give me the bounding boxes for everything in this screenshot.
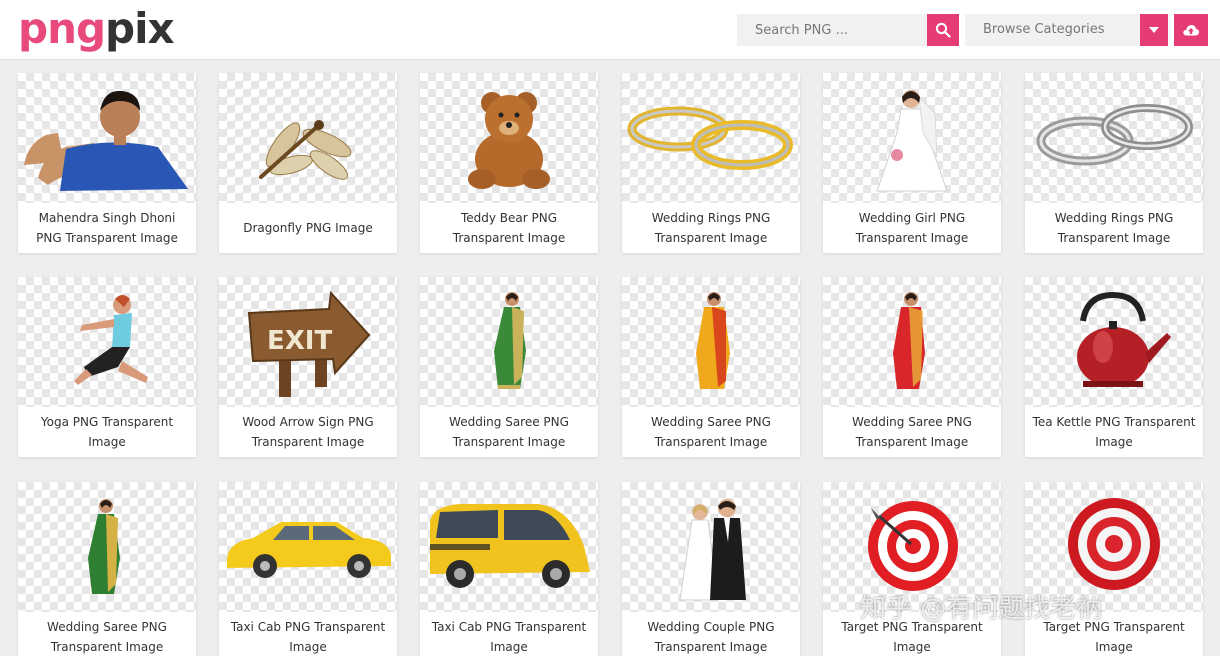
image-title[interactable]: Taxi Cab PNG Transparent Image — [426, 614, 592, 656]
image-thumbnail[interactable] — [420, 277, 598, 407]
image-thumbnail[interactable] — [622, 277, 800, 407]
image-thumbnail[interactable] — [219, 73, 397, 203]
logo-part-png: png — [18, 4, 106, 53]
image-title[interactable]: Wedding Rings PNG Transparent Image — [628, 205, 794, 251]
image-thumbnail[interactable]: EXIT — [219, 277, 397, 407]
image-card[interactable]: Tea Kettle PNG Transparent Image — [1025, 277, 1203, 457]
green-saree-image — [88, 499, 120, 594]
teddy-bear-image — [468, 92, 550, 189]
man-flexing-image — [24, 90, 188, 191]
image-title[interactable]: Taxi Cab PNG Transparent Image — [225, 614, 391, 656]
image-card[interactable]: Yoga PNG Transparent Image — [18, 277, 196, 457]
image-card[interactable]: Target PNG Transparent Image — [1025, 482, 1203, 656]
image-card[interactable]: Mahendra Singh Dhoni PNG Transparent Ima… — [18, 73, 196, 253]
image-card[interactable]: Teddy Bear PNG Transparent Image — [420, 73, 598, 253]
svg-text:EXIT: EXIT — [267, 326, 332, 356]
taxi-cab-image — [227, 522, 391, 578]
green-saree-image — [494, 292, 526, 389]
image-title[interactable]: Wedding Saree PNG Transparent Image — [829, 409, 995, 455]
red-kettle-image — [1077, 291, 1171, 387]
silver-rings-image — [1036, 104, 1193, 166]
image-thumbnail[interactable] — [622, 73, 800, 203]
search-icon — [935, 22, 951, 38]
bride-image — [876, 90, 948, 192]
image-card[interactable]: Taxi Cab PNG Transparent Image — [420, 482, 598, 656]
image-card[interactable]: Wedding Saree PNG Transparent Image — [18, 482, 196, 656]
image-title[interactable]: Teddy Bear PNG Transparent Image — [426, 205, 592, 251]
image-title[interactable]: Wedding Saree PNG Transparent Image — [628, 409, 794, 455]
image-card[interactable]: Wedding Saree PNG Transparent Image — [622, 277, 800, 457]
image-title[interactable]: Mahendra Singh Dhoni PNG Transparent Ima… — [24, 205, 190, 251]
image-card[interactable]: Wedding Couple PNG Transparent Image — [622, 482, 800, 656]
site-header: pngpix Browse Categories — [0, 0, 1220, 60]
image-thumbnail[interactable] — [622, 482, 800, 612]
image-thumbnail[interactable] — [823, 73, 1001, 203]
upload-button[interactable] — [1174, 14, 1208, 46]
image-thumbnail[interactable] — [1025, 277, 1203, 407]
image-card[interactable]: EXIT Wood Arrow Sign PNG Transparent Ima… — [219, 277, 397, 457]
image-card[interactable]: Target PNG Transparent Image — [823, 482, 1001, 656]
image-thumbnail[interactable] — [219, 482, 397, 612]
browse-categories-select[interactable]: Browse Categories — [965, 14, 1140, 46]
image-title[interactable]: Wood Arrow Sign PNG Transparent Image — [225, 409, 391, 455]
search-button[interactable] — [927, 14, 959, 46]
image-title[interactable]: Wedding Rings PNG Transparent Image — [1031, 205, 1197, 251]
image-card[interactable]: Taxi Cab PNG Transparent Image — [219, 482, 397, 656]
categories-dropdown-button[interactable] — [1140, 14, 1168, 46]
dragonfly-image — [259, 120, 352, 180]
image-thumbnail[interactable] — [18, 277, 196, 407]
image-title[interactable]: Dragonfly PNG Image — [225, 205, 391, 251]
search-input[interactable] — [737, 14, 927, 46]
red-saree-image — [893, 292, 925, 389]
image-title[interactable]: Wedding Saree PNG Transparent Image — [426, 409, 592, 455]
image-title[interactable]: Wedding Girl PNG Transparent Image — [829, 205, 995, 251]
image-thumbnail[interactable] — [420, 73, 598, 203]
image-thumbnail[interactable] — [823, 277, 1001, 407]
wedding-couple-image — [679, 499, 746, 601]
image-thumbnail[interactable] — [18, 73, 196, 203]
gold-rings-image — [627, 106, 793, 170]
yoga-woman-image — [74, 295, 148, 385]
site-logo[interactable]: png pix — [18, 4, 175, 54]
image-thumbnail[interactable] — [1025, 73, 1203, 203]
image-card[interactable]: Wedding Saree PNG Transparent Image — [823, 277, 1001, 457]
image-title[interactable]: Yoga PNG Transparent Image — [24, 409, 190, 455]
image-card[interactable]: Wedding Saree PNG Transparent Image — [420, 277, 598, 457]
image-card[interactable]: Dragonfly PNG Image — [219, 73, 397, 253]
image-card[interactable]: Wedding Rings PNG Transparent Image — [1025, 73, 1203, 253]
image-thumbnail[interactable] — [420, 482, 598, 612]
image-title[interactable]: Wedding Couple PNG Transparent Image — [628, 614, 794, 656]
image-title[interactable]: Wedding Saree PNG Transparent Image — [24, 614, 190, 656]
image-title[interactable]: Tea Kettle PNG Transparent Image — [1031, 409, 1197, 455]
image-card[interactable]: Wedding Girl PNG Transparent Image — [823, 73, 1001, 253]
cloud-upload-icon — [1183, 25, 1200, 36]
image-thumbnail[interactable] — [18, 482, 196, 612]
image-card[interactable]: Wedding Rings PNG Transparent Image — [622, 73, 800, 253]
taxi-van-image — [430, 504, 590, 588]
yellow-saree-image — [696, 292, 730, 389]
caret-down-icon — [1149, 27, 1159, 33]
wood-exit-sign-image: EXIT — [247, 290, 371, 397]
logo-part-pix: pix — [105, 4, 175, 53]
watermark-text: 知乎 @有问题找老衲 — [860, 594, 1103, 624]
